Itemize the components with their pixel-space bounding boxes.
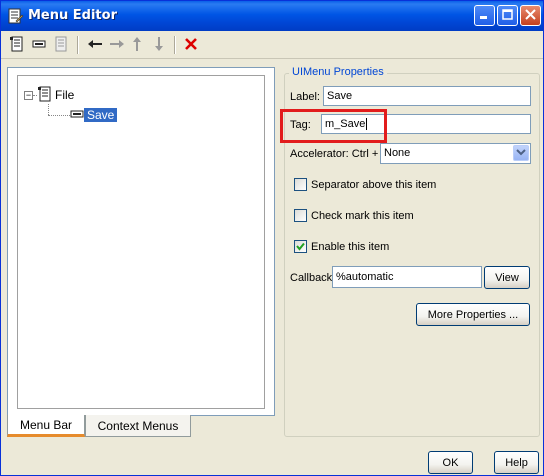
toolbar-separator (77, 36, 79, 54)
move-backward-icon (87, 36, 103, 55)
toolbar (1, 31, 543, 59)
tab-menu-bar[interactable]: Menu Bar (7, 415, 85, 437)
move-forward-icon (109, 36, 125, 55)
minimize-button[interactable] (474, 5, 495, 26)
tree-item-file[interactable]: − File (24, 86, 77, 104)
accelerator-caption: Accelerator: Ctrl + (290, 148, 379, 160)
new-menu-item-button[interactable] (29, 35, 49, 55)
toolbar-separator (174, 36, 176, 54)
chevron-down-icon (516, 147, 526, 159)
enable-checkbox[interactable] (294, 240, 307, 253)
menu-editor-icon (6, 7, 24, 25)
move-forward-button[interactable] (107, 35, 127, 55)
new-menu-item-icon (31, 36, 47, 55)
more-properties-button[interactable]: More Properties ... (416, 303, 530, 326)
menu-icon (38, 86, 52, 105)
maximize-icon (502, 8, 513, 23)
callback-caption: Callback: (290, 272, 336, 284)
new-menu-button[interactable] (7, 35, 27, 55)
separator-checkbox[interactable] (294, 178, 307, 191)
move-backward-button[interactable] (85, 35, 105, 55)
checkmark-label: Check mark this item (311, 210, 414, 222)
tab-context-menus[interactable]: Context Menus (85, 415, 191, 437)
checkmark-icon (295, 241, 306, 255)
label-caption: Label: (290, 91, 320, 103)
help-button[interactable]: Help (494, 451, 539, 474)
move-down-button[interactable] (149, 35, 169, 55)
group-title: UIMenu Properties (289, 66, 387, 78)
move-up-icon (129, 36, 145, 55)
window-title: Menu Editor (28, 8, 117, 23)
ok-button[interactable]: OK (428, 451, 473, 474)
tab-label: Menu Bar (19, 417, 73, 432)
dropdown-button[interactable] (513, 145, 529, 161)
accelerator-select[interactable]: None (380, 143, 531, 164)
callback-field[interactable]: %automatic (332, 266, 482, 288)
delete-button[interactable] (181, 35, 201, 55)
highlight-box (280, 109, 387, 143)
close-button[interactable] (520, 5, 541, 26)
tree-item-save[interactable]: Save (70, 106, 118, 124)
delete-icon (183, 36, 199, 55)
maximize-button[interactable] (497, 5, 518, 26)
move-down-icon (151, 36, 167, 55)
title-bar[interactable]: Menu Editor (1, 1, 543, 31)
enable-label: Enable this item (311, 241, 390, 253)
menu-tree-panel: − File Save (7, 67, 275, 416)
tree-item-label: File (55, 88, 75, 102)
move-up-button[interactable] (127, 35, 147, 55)
new-menu-icon (9, 36, 25, 55)
checkmark-checkbox[interactable] (294, 209, 307, 222)
new-context-menu-button[interactable] (51, 35, 71, 55)
tree-item-label: Save (84, 108, 118, 122)
menu-item-icon (70, 108, 84, 123)
close-icon (525, 8, 536, 23)
accelerator-value: None (384, 147, 411, 159)
minimize-icon (479, 9, 490, 23)
collapse-icon[interactable]: − (24, 90, 33, 100)
new-context-menu-icon (53, 36, 69, 55)
separator-label: Separator above this item (311, 179, 437, 191)
menu-tree[interactable]: − File Save (17, 75, 265, 409)
menu-editor-window: Menu Editor − File Save Menu Bar Context… (0, 0, 544, 476)
label-field[interactable]: Save (323, 86, 531, 106)
tab-label: Context Menus (97, 418, 179, 433)
view-button[interactable]: View (484, 266, 530, 289)
